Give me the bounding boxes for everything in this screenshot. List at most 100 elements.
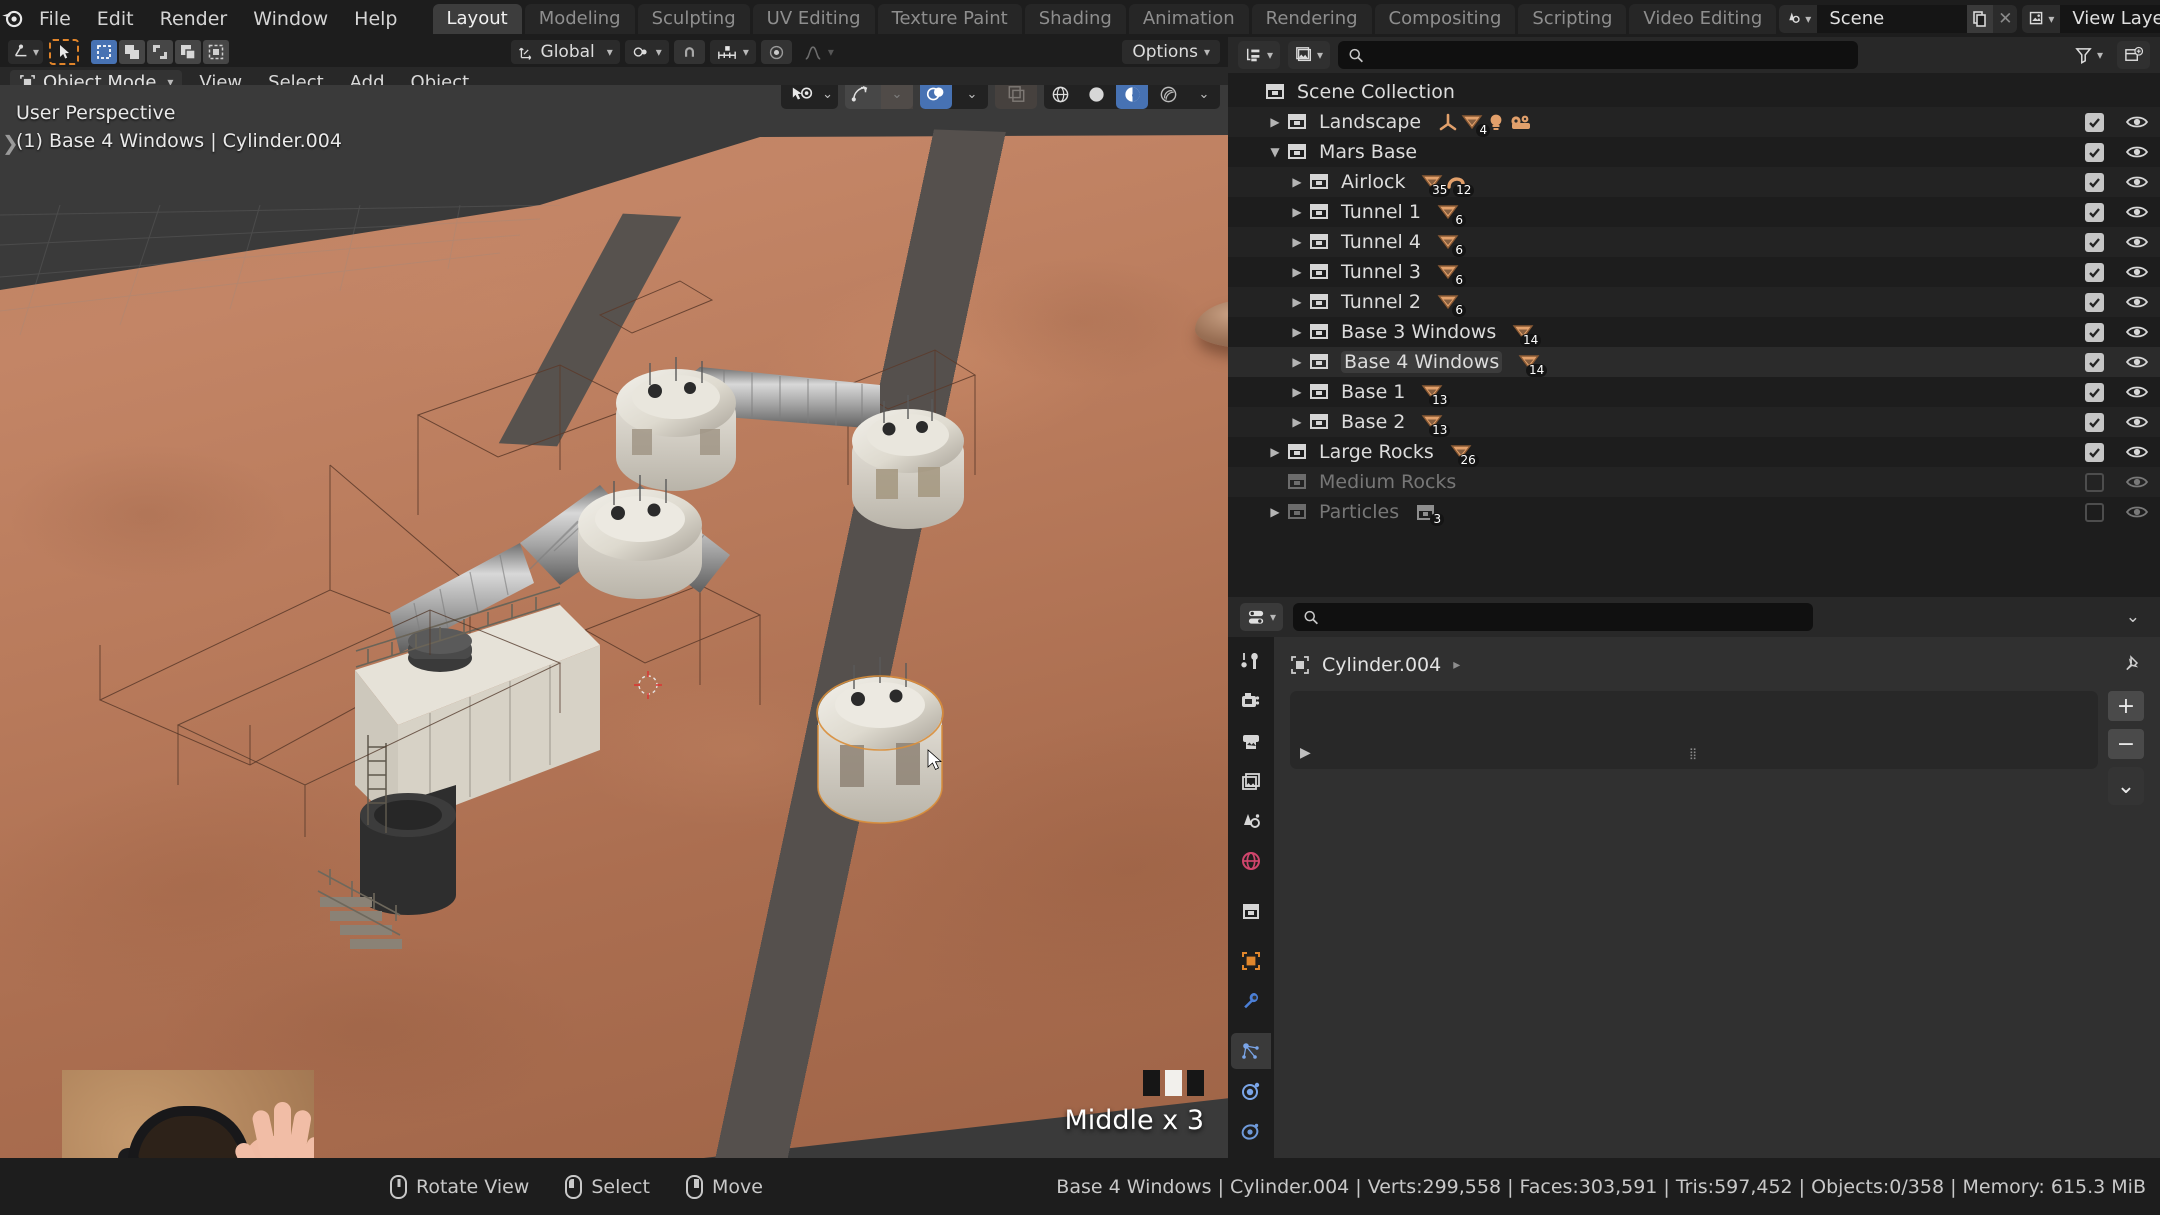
properties-editor-icon[interactable]: ▾ <box>1240 603 1283 631</box>
outliner-search-field[interactable] <box>1372 45 1848 65</box>
outliner-row-label[interactable]: Scene Collection <box>1297 81 1455 103</box>
workspace-tab-uv-editing[interactable]: UV Editing <box>753 4 875 34</box>
world-globe-icon[interactable] <box>1231 843 1271 879</box>
viewlayer-images-icon[interactable] <box>1231 763 1271 799</box>
exclude-checkbox[interactable] <box>2085 203 2104 222</box>
outliner-row[interactable]: Scene Collection <box>1228 77 2160 107</box>
magnet-icon[interactable] <box>674 40 705 64</box>
hide-in-viewport-icon[interactable] <box>2126 234 2148 250</box>
outliner-row-label[interactable]: Medium Rocks <box>1319 471 1456 493</box>
outliner-search-input[interactable] <box>1338 41 1858 69</box>
outliner-row[interactable]: ▶Base 213 <box>1228 407 2160 437</box>
menu-edit[interactable]: Edit <box>84 6 147 32</box>
disclosure-closed-icon[interactable]: ▶ <box>1264 445 1286 459</box>
outliner-row[interactable]: ▶Airlock3512 <box>1228 167 2160 197</box>
workspace-tab-texture-paint[interactable]: Texture Paint <box>878 4 1022 34</box>
pivot-point-dropdown[interactable]: ▾ <box>625 40 669 64</box>
workspace-tab-modeling[interactable]: Modeling <box>525 4 635 34</box>
outliner-row[interactable]: ▶Tunnel 46 <box>1228 227 2160 257</box>
shading-material-icon[interactable] <box>1116 85 1148 109</box>
exclude-checkbox[interactable] <box>2085 323 2104 342</box>
outliner-row-label[interactable]: Tunnel 2 <box>1341 291 1421 313</box>
workspace-tab-shading[interactable]: Shading <box>1025 4 1126 34</box>
list-specials-dropdown[interactable]: ⌄ <box>2108 767 2144 805</box>
remove-item-button[interactable]: − <box>2108 729 2144 759</box>
new-copy-icon[interactable] <box>1967 5 1993 33</box>
show-gizmo-dropdown[interactable]: ⌄ <box>781 85 838 109</box>
outliner-row[interactable]: ▼ Mars Base <box>1228 137 2160 167</box>
exclude-checkbox[interactable] <box>2085 353 2104 372</box>
exclude-checkbox[interactable] <box>2085 113 2104 132</box>
hide-in-viewport-icon[interactable] <box>2126 324 2148 340</box>
new-collection-icon[interactable] <box>2117 41 2150 69</box>
outliner-row-label[interactable]: Large Rocks <box>1319 441 1434 463</box>
hide-in-viewport-icon[interactable] <box>2126 474 2148 490</box>
workspace-tab-animation[interactable]: Animation <box>1129 4 1249 34</box>
exclude-checkbox[interactable] <box>2085 503 2104 522</box>
exclude-checkbox[interactable] <box>2085 233 2104 252</box>
transform-orientation-dropdown[interactable]: Global ▾ <box>511 40 620 64</box>
select-intersect-icon[interactable] <box>203 40 229 64</box>
shading-wireframe-icon[interactable] <box>1044 85 1076 109</box>
workspace-tab-video-editing[interactable]: Video Editing <box>1629 4 1776 34</box>
overlays-dropdown-icon[interactable]: ⌄ <box>956 85 988 109</box>
outliner-row-label[interactable]: Particles <box>1319 501 1399 523</box>
disclosure-closed-icon[interactable]: ▶ <box>1286 205 1308 219</box>
exclude-checkbox[interactable] <box>2085 293 2104 312</box>
hide-in-viewport-icon[interactable] <box>2126 174 2148 190</box>
exclude-checkbox[interactable] <box>2085 263 2104 282</box>
outliner-row[interactable]: ▶Tunnel 26 <box>1228 287 2160 317</box>
tool-wrench-icon[interactable] <box>1231 643 1271 679</box>
select-subtract-icon[interactable] <box>147 40 173 64</box>
output-printer-icon[interactable] <box>1231 723 1271 759</box>
hide-in-viewport-icon[interactable] <box>2126 114 2148 130</box>
outliner-row-label[interactable]: Mars Base <box>1319 141 1417 163</box>
proportional-edit-icon[interactable] <box>761 40 792 64</box>
outliner-row-label[interactable]: Base 3 Windows <box>1341 321 1496 343</box>
xray-icon[interactable] <box>995 85 1037 109</box>
menu-file[interactable]: File <box>26 6 84 32</box>
shading-dropdown-icon[interactable]: ⌄ <box>1188 85 1220 109</box>
particle-system-list[interactable]: ▶ ⣿ <box>1290 691 2098 769</box>
modifier-wrench-icon[interactable] <box>1231 983 1271 1019</box>
filter-id-icon[interactable]: ▾ <box>1288 41 1330 69</box>
outliner-row-label[interactable]: Base 1 <box>1341 381 1405 403</box>
constraints-icon[interactable] <box>1231 1113 1271 1149</box>
gizmo-icon[interactable] <box>845 85 877 109</box>
exclude-checkbox[interactable] <box>2085 413 2104 432</box>
disclosure-closed-icon[interactable]: ▶ <box>1286 175 1308 189</box>
scene-selector[interactable]: ▾ Scene ✕ <box>1779 5 2017 33</box>
render-camera-icon[interactable] <box>1231 683 1271 719</box>
menu-help[interactable]: Help <box>341 6 410 32</box>
hide-in-viewport-icon[interactable] <box>2126 264 2148 280</box>
select-difference-icon[interactable] <box>175 40 201 64</box>
particles-icon[interactable] <box>1231 1033 1271 1069</box>
collection-box-icon[interactable] <box>1231 893 1271 929</box>
outliner-row[interactable]: ▶Base 113 <box>1228 377 2160 407</box>
gizmo-dropdown-icon[interactable]: ⌄ <box>881 85 913 109</box>
exclude-checkbox[interactable] <box>2085 383 2104 402</box>
show-gizmo-icon[interactable] <box>786 85 818 109</box>
outliner-row[interactable]: ▶Tunnel 16 <box>1228 197 2160 227</box>
hide-in-viewport-icon[interactable] <box>2126 384 2148 400</box>
play-triangle-icon[interactable]: ▶ <box>1300 745 1311 761</box>
outliner-row[interactable]: ▶Tunnel 36 <box>1228 257 2160 287</box>
outliner-row[interactable]: ▶Particles3 <box>1228 497 2160 527</box>
outliner-row-label[interactable]: Base 4 Windows <box>1341 351 1502 373</box>
shading-rendered-icon[interactable] <box>1152 85 1184 109</box>
workspace-tab-compositing[interactable]: Compositing <box>1375 4 1516 34</box>
falloff-smooth-icon[interactable]: ▾ <box>797 40 841 64</box>
properties-search-field[interactable] <box>1327 607 1803 627</box>
select-box-icon[interactable] <box>91 40 117 64</box>
outliner-row[interactable]: Medium Rocks <box>1228 467 2160 497</box>
hide-in-viewport-icon[interactable] <box>2126 204 2148 220</box>
hide-in-viewport-icon[interactable] <box>2126 444 2148 460</box>
properties-breadcrumb-label[interactable]: Cylinder.004 <box>1322 654 1441 676</box>
shading-solid-icon[interactable] <box>1080 85 1112 109</box>
disclosure-closed-icon[interactable]: ▶ <box>1286 385 1308 399</box>
hide-in-viewport-icon[interactable] <box>2126 294 2148 310</box>
disclosure-open-icon[interactable]: ▼ <box>1264 145 1286 159</box>
filter-funnel-icon[interactable]: ▾ <box>2067 41 2110 69</box>
properties-search-input[interactable] <box>1293 603 1813 631</box>
outliner-row-label[interactable]: Landscape <box>1319 111 1421 133</box>
